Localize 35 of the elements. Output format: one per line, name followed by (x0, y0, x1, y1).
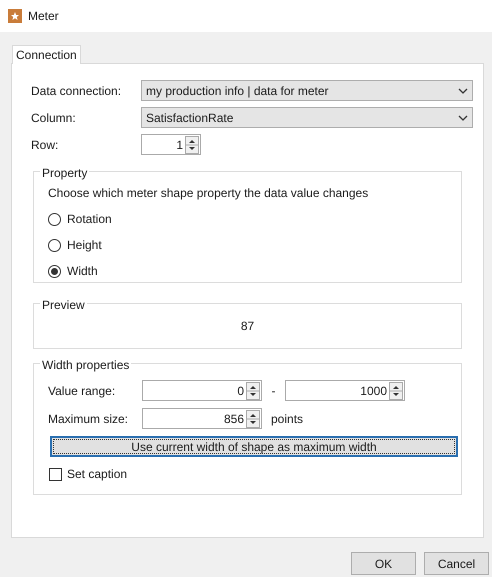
radio-label: Height (67, 237, 102, 254)
radio-button[interactable] (48, 212, 61, 226)
spin-buttons[interactable] (389, 382, 403, 400)
number-field[interactable]: 0 (142, 380, 262, 401)
radio-button[interactable] (48, 264, 61, 278)
use-current-width-button[interactable]: Use current width of shape as maximum width (50, 436, 458, 457)
dropdown[interactable]: SatisfactionRate (141, 107, 473, 128)
number-field[interactable]: 1000 (285, 380, 405, 401)
chevron-down-icon (458, 88, 468, 94)
number-field[interactable]: 856 (142, 408, 262, 429)
tab[interactable]: Connection (12, 45, 81, 64)
radio-button[interactable] (48, 238, 61, 252)
dialog-button[interactable]: Cancel (424, 552, 489, 575)
chevron-down-icon (458, 114, 468, 120)
spin-buttons[interactable] (185, 136, 199, 154)
field-label: Row: (31, 136, 60, 154)
radio-label: Rotation (67, 211, 112, 228)
number-field[interactable]: 1 (141, 134, 201, 155)
range-separator: - (270, 382, 276, 400)
field-label: Data connection: (31, 82, 122, 100)
radio-label: Width (67, 263, 98, 280)
field-label: Value range: (48, 382, 116, 400)
window-title: Meter (28, 8, 59, 25)
dropdown[interactable]: my production info | data for meter (141, 80, 473, 101)
checkbox[interactable] (49, 468, 62, 480)
spin-buttons[interactable] (246, 382, 260, 400)
field-label: Maximum size: (48, 410, 130, 428)
app-icon (8, 9, 22, 23)
preview-value: 87 (240, 318, 254, 335)
checkbox-label: Set caption (67, 466, 128, 483)
spin-buttons[interactable] (246, 410, 260, 428)
dialog-button[interactable]: OK (351, 552, 416, 575)
field-label: Column: (31, 110, 77, 126)
description-text: Choose which meter shape property the data value changes (48, 185, 370, 202)
unit-label: points (271, 410, 304, 428)
